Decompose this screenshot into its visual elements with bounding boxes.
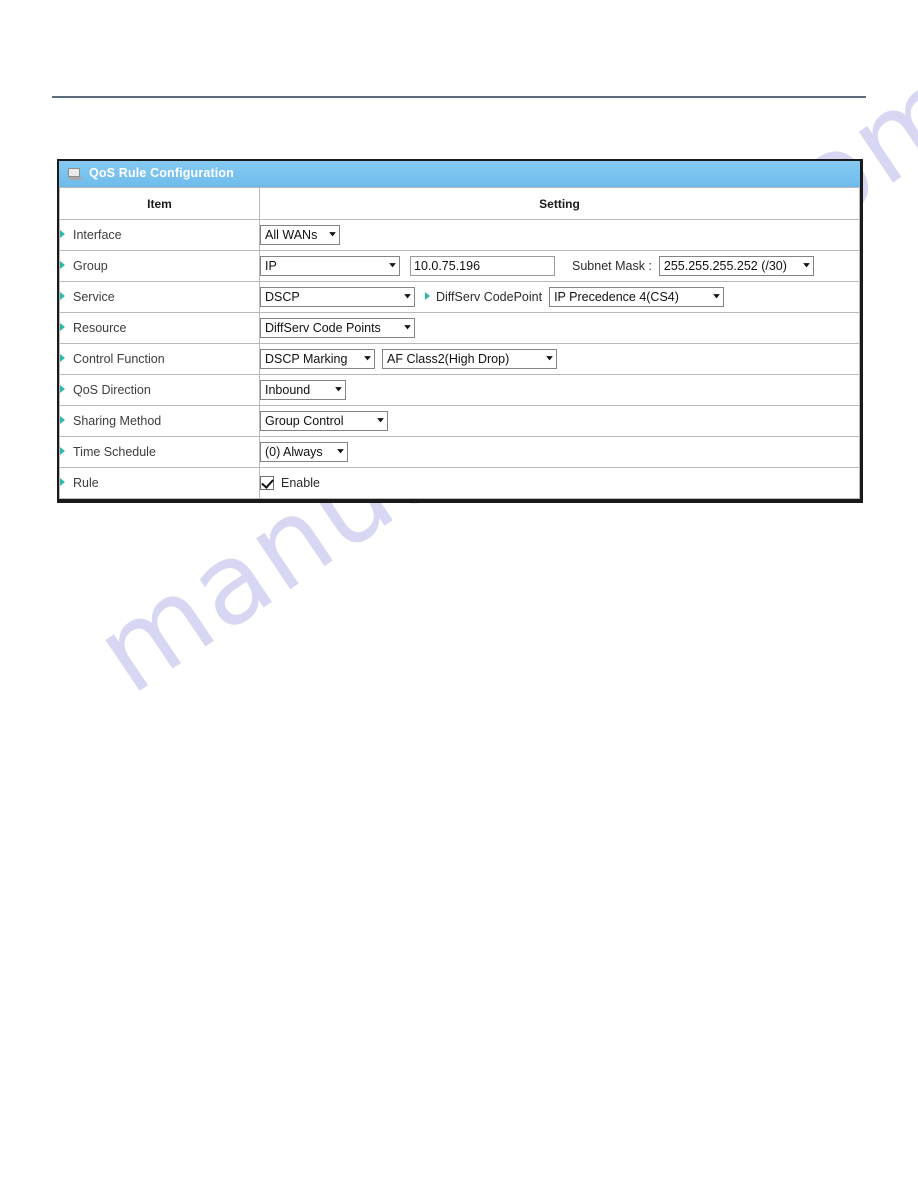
row-setting-time-schedule: (0) Always ▾	[259, 436, 860, 468]
interface-select[interactable]: All WANs ▾	[260, 225, 340, 245]
bullet-icon	[60, 261, 65, 269]
panel-title-bar: QoS Rule Configuration	[59, 161, 860, 187]
chevron-down-icon: ▾	[713, 291, 720, 302]
bullet-icon	[425, 292, 430, 300]
row-label-sharing-method: Sharing Method	[59, 405, 260, 437]
diffserv-codepoint-label: DiffServ CodePoint	[425, 290, 542, 304]
chevron-down-icon: ▾	[546, 353, 553, 364]
table-row: Control Function DSCP Marking ▾ AF Class…	[59, 343, 860, 375]
chevron-down-icon: ▾	[377, 415, 384, 426]
chevron-down-icon: ▾	[335, 384, 342, 395]
chevron-down-icon: ▾	[802, 260, 810, 271]
row-setting-qos-direction: Inbound ▾	[259, 374, 860, 406]
bullet-icon	[60, 230, 65, 238]
row-setting-rule: Enable	[259, 467, 860, 499]
row-setting-control-function: DSCP Marking ▾ AF Class2(High Drop) ▾	[259, 343, 860, 375]
row-label-text: Service	[73, 290, 115, 304]
table-row: Time Schedule (0) Always ▾	[59, 436, 860, 468]
table-row: Group IP ▾ 10.0.75.196 Subnet Mask : 255…	[59, 250, 860, 282]
bullet-icon	[60, 416, 65, 424]
row-label-control-function: Control Function	[59, 343, 260, 375]
table-row: Interface All WANs ▾	[59, 219, 860, 251]
column-header-item: Item	[59, 187, 260, 220]
row-label-group: Group	[59, 250, 260, 282]
chevron-down-icon: ▾	[404, 291, 411, 302]
bullet-icon	[60, 478, 65, 486]
row-label-text: Group	[73, 259, 108, 273]
column-header-setting: Setting	[259, 187, 860, 220]
resource-select[interactable]: DiffServ Code Points ▾	[260, 318, 415, 338]
row-label-text: Control Function	[73, 352, 165, 366]
table-row: Rule Enable	[59, 467, 860, 499]
page-header-rule	[52, 96, 866, 98]
row-label-text: Rule	[73, 476, 99, 490]
service-select[interactable]: DSCP ▾	[260, 287, 415, 307]
time-schedule-select[interactable]: (0) Always ▾	[260, 442, 348, 462]
bullet-icon	[60, 323, 65, 331]
qos-rule-table: Item Setting Interface All WANs ▾ Group …	[59, 187, 860, 499]
subnet-mask-select[interactable]: 255.255.255.252 (/30) ▾	[658, 256, 814, 276]
row-setting-resource: DiffServ Code Points ▾	[259, 312, 860, 344]
bullet-icon	[60, 354, 65, 362]
table-row: QoS Direction Inbound ▾	[59, 374, 860, 406]
row-label-text: Time Schedule	[73, 445, 156, 459]
row-setting-group: IP ▾ 10.0.75.196 Subnet Mask : 255.255.2…	[259, 250, 860, 282]
chevron-down-icon: ▾	[404, 322, 411, 333]
panel-title-text: QoS Rule Configuration	[89, 166, 234, 181]
chevron-down-icon: ▾	[329, 229, 336, 240]
control-function-select[interactable]: DSCP Marking ▾	[260, 349, 375, 369]
row-label-resource: Resource	[59, 312, 260, 344]
row-label-text: Sharing Method	[73, 414, 162, 428]
rule-enable-label: Enable	[281, 476, 320, 490]
qos-rule-configuration-panel: QoS Rule Configuration Item Setting Inte…	[57, 159, 863, 503]
group-ip-input[interactable]: 10.0.75.196	[410, 256, 555, 276]
dscp-class-select[interactable]: AF Class2(High Drop) ▾	[382, 349, 557, 369]
chevron-down-icon: ▾	[364, 353, 371, 364]
row-label-time-schedule: Time Schedule	[59, 436, 260, 468]
row-label-text: QoS Direction	[73, 383, 151, 397]
qos-direction-select[interactable]: Inbound ▾	[260, 380, 346, 400]
bullet-icon	[60, 385, 65, 393]
row-label-text: Resource	[73, 321, 127, 335]
table-row: Service DSCP ▾ DiffServ CodePoint IP Pre…	[59, 281, 860, 313]
chevron-down-icon: ▾	[337, 446, 344, 457]
row-label-service: Service	[59, 281, 260, 313]
table-header-row: Item Setting	[59, 187, 860, 220]
row-setting-service: DSCP ▾ DiffServ CodePoint IP Precedence …	[259, 281, 860, 313]
bullet-icon	[60, 447, 65, 455]
bullet-icon	[60, 292, 65, 300]
checkmark-icon[interactable]	[260, 476, 274, 490]
row-label-text: Interface	[73, 228, 122, 242]
diffserv-codepoint-select[interactable]: IP Precedence 4(CS4) ▾	[549, 287, 725, 307]
table-row: Sharing Method Group Control ▾	[59, 405, 860, 437]
row-label-rule: Rule	[59, 467, 260, 499]
chevron-down-icon: ▾	[389, 260, 396, 271]
row-setting-sharing-method: Group Control ▾	[259, 405, 860, 437]
sharing-method-select[interactable]: Group Control ▾	[260, 411, 388, 431]
subnet-mask-label: Subnet Mask :	[572, 259, 652, 273]
row-label-interface: Interface	[59, 219, 260, 251]
row-setting-interface: All WANs ▾	[259, 219, 860, 251]
table-row: Resource DiffServ Code Points ▾	[59, 312, 860, 344]
rule-enable-checkbox[interactable]: Enable	[260, 476, 320, 490]
row-label-qos-direction: QoS Direction	[59, 374, 260, 406]
monitor-icon	[68, 167, 82, 180]
group-type-select[interactable]: IP ▾	[260, 256, 400, 276]
